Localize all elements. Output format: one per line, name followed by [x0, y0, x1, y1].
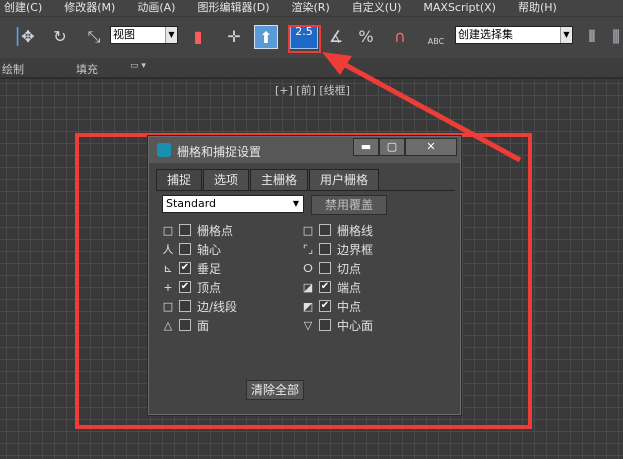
tab-user-grids[interactable]: 用户栅格 [309, 169, 380, 191]
snap-checkbox[interactable] [319, 243, 331, 255]
snap-option-left-5[interactable]: △ 面 [161, 317, 209, 333]
snap-option-right-4[interactable]: ◩ ✔ 中点 [301, 298, 361, 314]
snap-option-right-0[interactable]: □ 栅格线 [301, 222, 373, 238]
snap-option-right-3[interactable]: ◪ ✔ 端点 [301, 279, 361, 295]
snap-symbol-icon: △ [163, 318, 173, 332]
snap-label: 栅格线 [337, 223, 374, 238]
snap-symbol-icon: ◪ [302, 280, 314, 294]
snap-checkbox[interactable] [179, 319, 191, 331]
snap-symbol-icon: ⌜⌟ [302, 242, 314, 256]
snap-option-right-2[interactable]: ⵔ 切点 [301, 260, 361, 276]
snap-checkbox[interactable]: ✔ [319, 300, 331, 312]
snap-checkbox[interactable]: ✔ [179, 262, 191, 274]
snap-checkbox[interactable] [179, 243, 191, 255]
snap-checkbox[interactable] [319, 224, 331, 236]
snap-label: 端点 [337, 280, 362, 295]
dialog-title: 栅格和捕捉设置 [177, 145, 262, 159]
snap-option-right-1[interactable]: ⌜⌟ 边界框 [301, 241, 373, 257]
snap-option-left-2[interactable]: ⊾ ✔ 垂足 [161, 260, 221, 276]
snap-symbol-icon: □ [302, 223, 314, 237]
tab-bar: 捕捉 选项 主栅格 用户栅格 [156, 169, 380, 191]
snap-type-value: Standard [166, 197, 217, 210]
snap-checkbox[interactable] [179, 300, 191, 312]
snap-label: 中点 [337, 299, 362, 314]
snap-label: 面 [197, 318, 210, 333]
snap-option-left-4[interactable]: □ 边/线段 [161, 298, 237, 314]
snap-symbol-icon: ◩ [302, 299, 314, 313]
snap-checkbox[interactable] [319, 262, 331, 274]
snap-label: 顶点 [197, 280, 222, 295]
snap-symbol-icon: ▽ [303, 318, 313, 332]
minimize-button[interactable]: ▬ [353, 138, 379, 156]
snap-label: 边界框 [337, 242, 374, 257]
snap-symbol-icon: ⊾ [163, 261, 173, 275]
maximize-button[interactable]: ▢ [379, 138, 405, 156]
snap-symbol-icon: □ [162, 299, 174, 313]
dialog-title-bar[interactable]: 栅格和捕捉设置 ▬ ▢ ✕ [149, 137, 460, 163]
clear-all-button[interactable]: 清除全部 [246, 380, 304, 400]
snap-symbol-icon: □ [162, 223, 174, 237]
snap-checkbox[interactable]: ✔ [179, 281, 191, 293]
snap-label: 栅格点 [197, 223, 234, 238]
snap-label: 边/线段 [197, 299, 238, 314]
snap-label: 轴心 [197, 242, 222, 257]
override-off-button[interactable]: 禁用覆盖 [311, 195, 387, 215]
snap-label: 垂足 [197, 261, 222, 276]
window-buttons: ▬ ▢ ✕ [353, 138, 457, 156]
close-button[interactable]: ✕ [405, 138, 457, 156]
snap-type-select[interactable]: Standard ▼ [162, 195, 304, 213]
snap-symbol-icon: ⵔ [303, 261, 313, 275]
snap-option-left-0[interactable]: □ 栅格点 [161, 222, 233, 238]
snap-option-left-3[interactable]: + ✔ 顶点 [161, 279, 221, 295]
snap-symbol-icon: + [163, 280, 173, 294]
app-icon [157, 143, 171, 157]
tab-snaps[interactable]: 捕捉 [156, 169, 203, 191]
snap-option-left-1[interactable]: 人 轴心 [161, 241, 222, 257]
snap-label: 切点 [337, 261, 362, 276]
snap-checkbox[interactable] [319, 319, 331, 331]
chevron-down-icon: ▼ [292, 199, 300, 208]
snap-label: 中心面 [337, 318, 374, 333]
snap-checkbox[interactable] [179, 224, 191, 236]
tab-home-grid[interactable]: 主栅格 [250, 169, 309, 191]
snap-checkbox[interactable]: ✔ [319, 281, 331, 293]
snap-symbol-icon: 人 [162, 243, 174, 256]
snap-option-right-5[interactable]: ▽ 中心面 [301, 317, 373, 333]
tab-options[interactable]: 选项 [203, 169, 250, 191]
grid-snap-settings-dialog: 栅格和捕捉设置 ▬ ▢ ✕ 捕捉 选项 主栅格 用户栅格 Standard ▼ … [148, 136, 461, 415]
